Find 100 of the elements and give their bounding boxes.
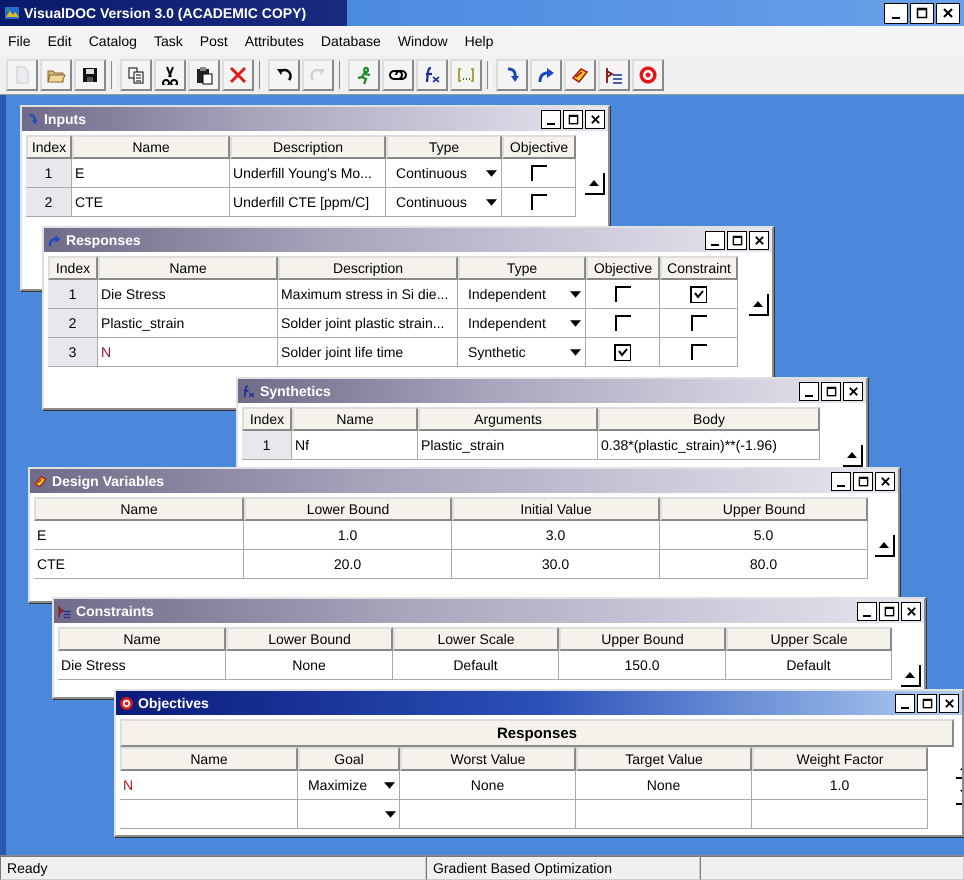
checkbox[interactable] <box>614 286 630 302</box>
checkbox[interactable] <box>690 315 706 331</box>
close-button[interactable] <box>901 602 921 620</box>
menu-item[interactable]: Window <box>398 33 448 49</box>
column-header[interactable]: Constraint <box>660 256 738 280</box>
checkbox[interactable] <box>690 344 706 360</box>
maximize-button[interactable] <box>917 694 937 712</box>
close-icon <box>590 114 600 124</box>
column-header[interactable]: Index <box>48 256 98 280</box>
toolbar-button[interactable] <box>598 59 630 91</box>
column-header[interactable]: Upper Bound <box>660 497 868 521</box>
column-header[interactable]: Name <box>292 407 418 431</box>
column-header[interactable]: Lower Bound <box>244 497 452 521</box>
empty-cell[interactable] <box>120 800 298 829</box>
toolbar-button[interactable] <box>564 59 596 91</box>
empty-cell[interactable] <box>752 800 928 829</box>
up-arrow-icon <box>879 542 889 548</box>
minimize-button[interactable] <box>831 472 851 490</box>
type-dropdown[interactable]: Maximize <box>298 771 400 800</box>
column-header[interactable]: Type <box>386 135 502 159</box>
toolbar-button[interactable] <box>416 59 448 91</box>
close-button[interactable] <box>936 2 960 24</box>
toolbar-button[interactable] <box>268 59 300 91</box>
close-icon <box>848 386 858 396</box>
maximize-button[interactable] <box>563 110 583 128</box>
column-header[interactable]: Name <box>98 256 278 280</box>
column-header[interactable]: Name <box>120 747 298 771</box>
maximize-button[interactable] <box>821 382 841 400</box>
minimize-button[interactable] <box>857 602 877 620</box>
caret-icon[interactable] <box>385 810 396 818</box>
column-header[interactable]: Lower Bound <box>226 627 393 651</box>
toolbar-button[interactable] <box>154 59 186 91</box>
menu-item[interactable]: File <box>8 33 31 49</box>
menu-item[interactable]: Catalog <box>88 33 137 49</box>
close-icon <box>906 606 916 616</box>
empty-cell[interactable] <box>400 800 576 829</box>
minimize-button[interactable] <box>895 694 915 712</box>
type-dropdown[interactable]: Continuous <box>386 188 502 217</box>
empty-cell[interactable] <box>298 800 400 829</box>
menu-item[interactable]: Task <box>154 33 183 49</box>
column-header[interactable]: Name <box>72 135 230 159</box>
column-header[interactable]: Name <box>34 497 244 521</box>
type-dropdown[interactable]: Synthetic <box>458 338 586 367</box>
close-button[interactable] <box>875 472 895 490</box>
empty-cell[interactable] <box>576 800 752 829</box>
toolbar-button[interactable] <box>74 59 106 91</box>
column-header[interactable]: Worst Value <box>400 747 576 771</box>
close-button[interactable] <box>749 230 769 250</box>
type-dropdown[interactable]: Continuous <box>386 159 502 188</box>
checkbox[interactable] <box>614 344 631 360</box>
column-header[interactable]: Goal <box>298 747 400 771</box>
column-header[interactable]: Arguments <box>418 407 598 431</box>
column-header[interactable]: Lower Scale <box>393 627 559 651</box>
column-header[interactable]: Objective <box>502 135 576 159</box>
minimize-button[interactable] <box>705 230 725 250</box>
menu-item[interactable]: Edit <box>48 33 72 49</box>
checkbox[interactable] <box>530 165 546 181</box>
column-header[interactable]: Initial Value <box>452 497 660 521</box>
toolbar-button[interactable] <box>188 59 220 91</box>
column-header[interactable]: Description <box>278 256 458 280</box>
toolbar-button[interactable] <box>496 59 528 91</box>
type-dropdown[interactable]: Independent <box>458 309 586 338</box>
column-header[interactable]: Index <box>26 135 72 159</box>
checkbox[interactable] <box>530 194 546 210</box>
close-button[interactable] <box>939 694 959 712</box>
column-header[interactable]: Body <box>598 407 820 431</box>
table-cell: CTE <box>34 550 244 579</box>
menu-item[interactable]: Post <box>200 33 228 49</box>
close-button[interactable] <box>585 110 605 128</box>
maximize-button[interactable] <box>727 230 747 250</box>
toolbar-button[interactable] <box>530 59 562 91</box>
column-header[interactable]: Name <box>58 627 226 651</box>
menu-item[interactable]: Help <box>464 33 494 49</box>
clipboard-icon <box>194 65 214 85</box>
column-header[interactable]: Type <box>458 256 586 280</box>
column-header[interactable]: Index <box>242 407 292 431</box>
toolbar-button[interactable] <box>382 59 414 91</box>
maximize-button[interactable] <box>853 472 873 490</box>
minimize-button[interactable] <box>799 382 819 400</box>
column-header[interactable]: Objective <box>586 256 660 280</box>
menu-item[interactable]: Attributes <box>244 33 304 49</box>
column-header[interactable]: Upper Bound <box>559 627 726 651</box>
column-header[interactable]: Weight Factor <box>752 747 928 771</box>
column-header[interactable]: Description <box>230 135 386 159</box>
type-dropdown[interactable]: Independent <box>458 280 586 309</box>
minimize-icon <box>901 706 909 708</box>
maximize-button[interactable] <box>879 602 899 620</box>
column-header[interactable]: Upper Scale <box>726 627 892 651</box>
menu-item[interactable]: Database <box>320 33 381 49</box>
close-button[interactable] <box>843 382 863 400</box>
save-icon <box>80 65 100 85</box>
table-cell: 1.0 <box>752 771 928 800</box>
checkbox[interactable] <box>690 286 707 302</box>
minimize-button[interactable] <box>541 110 561 128</box>
maximize-button[interactable] <box>910 2 934 24</box>
row-index: 1 <box>26 159 72 188</box>
column-header[interactable]: Target Value <box>576 747 752 771</box>
minimize-button[interactable] <box>884 2 908 24</box>
checkbox[interactable] <box>614 315 630 331</box>
toolbar-button[interactable] <box>120 59 152 91</box>
